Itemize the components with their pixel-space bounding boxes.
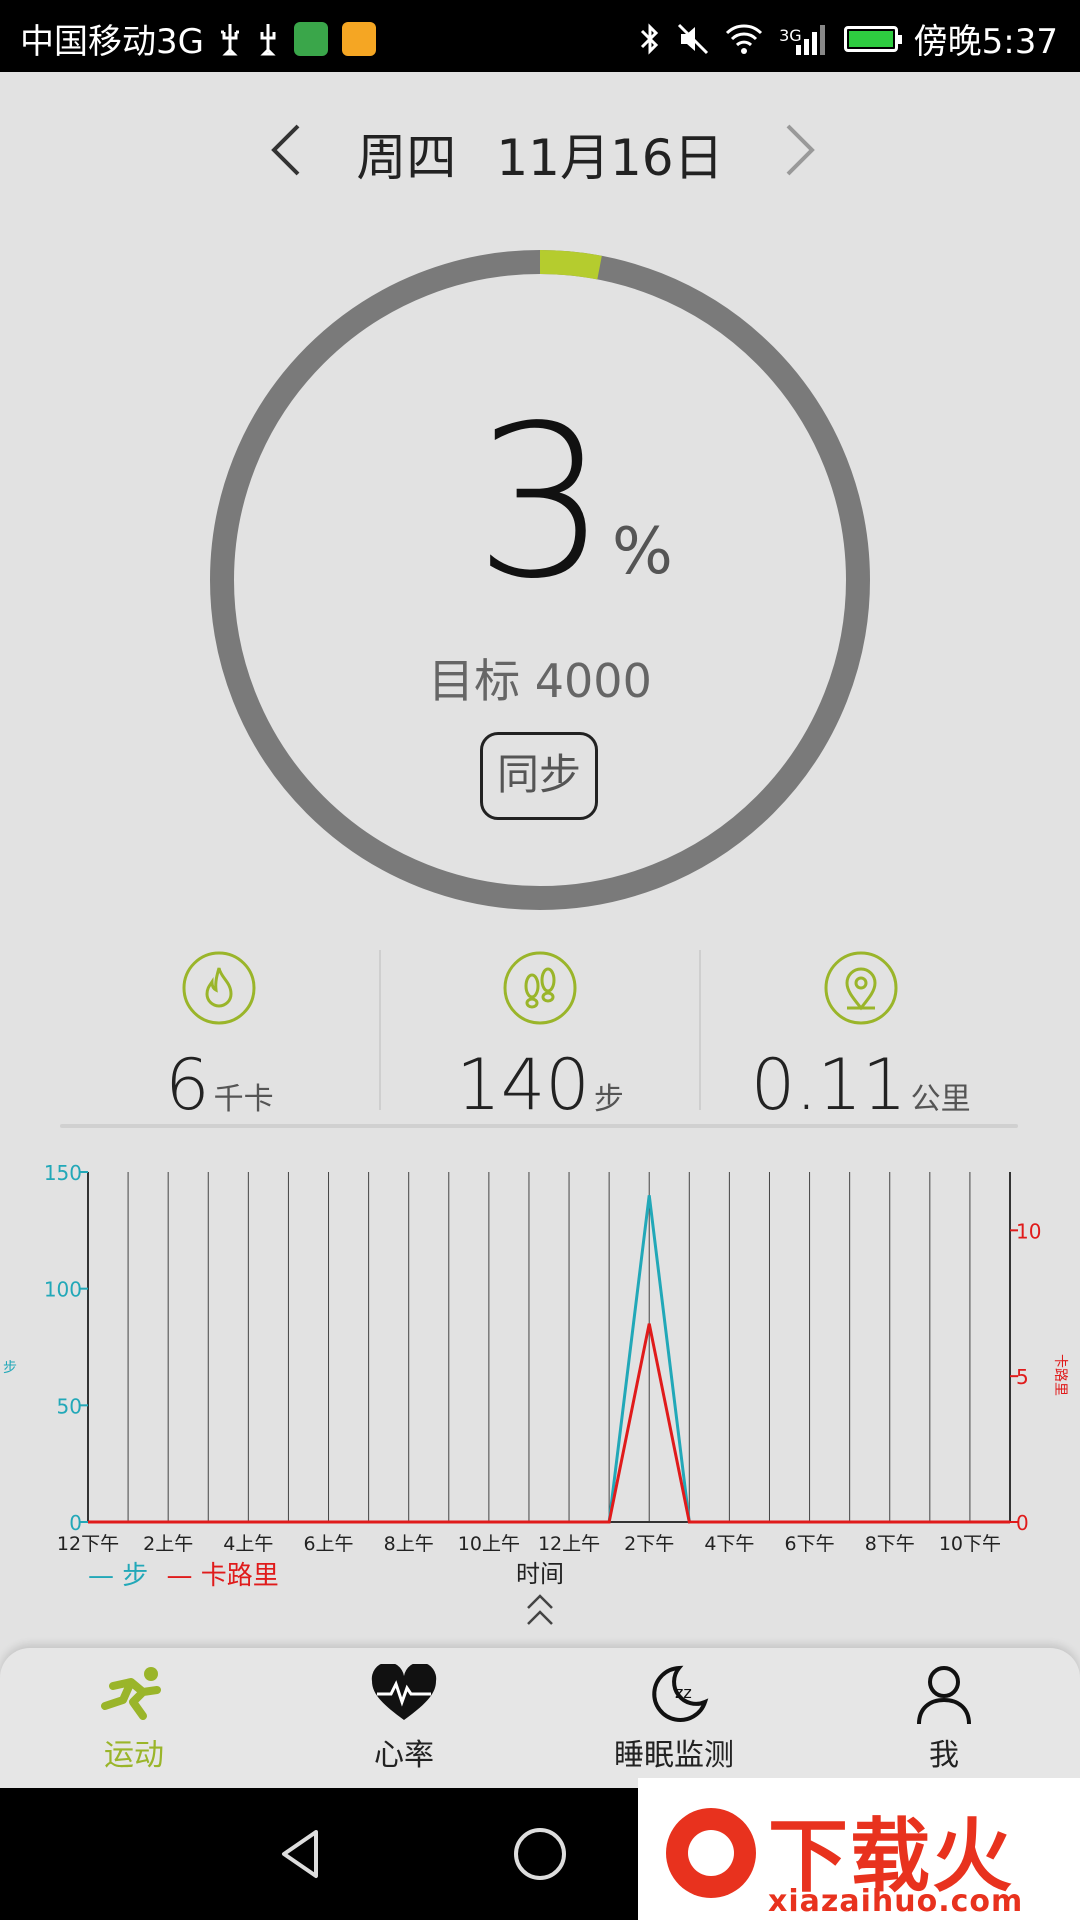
date-header: 周四 11月16日 [0,110,1080,190]
current-date: 周四 11月16日 [0,118,1080,190]
watermark-logo: 下载火 xiazaihuo.com [638,1778,1080,1920]
x-tick-label: 2下午 [624,1533,674,1555]
daily-stats: 6 千卡 140 步 0.11 公里 [60,950,1020,1126]
sync-button[interactable]: 同步 [480,732,598,820]
heart-rate-icon [371,1664,437,1720]
weibo-icon [341,21,376,56]
svg-text:zz: zz [675,1683,692,1702]
x-tick-label: 6上午 [303,1533,353,1555]
x-tick-label: 8上午 [384,1533,434,1555]
footprints-icon [503,951,577,1025]
tab-me-label: 我 [929,1738,959,1773]
date-label: 11月16日 [496,129,724,187]
x-tick-label: 12上午 [538,1533,600,1555]
tab-sleep[interactable]: zz 睡眠监测 [574,1664,774,1774]
distance-stat: 0.11 公里 [699,950,1020,1126]
calories-value: 6 [165,1044,210,1126]
bottom-tab-bar: 运动 心率 zz 睡眠监测 我 [0,1648,1080,1788]
progress-percent-value: 3 [474,380,608,625]
steps-value: 140 [456,1044,590,1126]
wifi-icon [726,23,763,54]
y-left-tick-label: 150 [44,1161,82,1185]
y-right-tick-label: 5 [1016,1365,1029,1389]
chart-x-axis-title: 时间 [516,1560,564,1588]
y-left-tick-label: 50 [57,1394,82,1418]
activity-chart-svg: 0 50 100 150 0 5 10 12下午 2上午 4上午 6上午 8上午 10上午 12上午 2下午… [3,1161,1068,1555]
battery-icon [843,25,902,52]
goal-label: 目标 4000 [428,654,652,708]
x-tick-label: 8下午 [865,1533,915,1555]
carrier-label: 中国移动3G [20,22,204,62]
stats-divider [60,1124,1018,1128]
calories-series-line [88,1323,1010,1524]
flame-icon [182,951,256,1025]
x-tick-label: 10下午 [939,1533,1001,1555]
y-right-tick-label: 0 [1016,1511,1029,1535]
steps-unit: 步 [593,1082,624,1117]
steps-stat: 140 步 [378,950,700,1126]
next-day-button[interactable] [768,120,828,180]
y-left-tick-label: 0 [69,1511,82,1535]
location-pin-icon [824,951,898,1025]
tab-sport[interactable]: 运动 [34,1664,234,1774]
x-tick-label: 10上午 [458,1533,520,1555]
watermark-download-icon [666,1808,756,1898]
running-icon [101,1667,161,1720]
x-tick-label: 12下午 [57,1533,119,1555]
sleep-moon-icon: zz [652,1665,709,1722]
usb-icon [220,23,239,55]
distance-value: 0.11 [750,1044,907,1126]
calories-unit: 千卡 [213,1082,274,1117]
app-icon [293,21,328,56]
status-bar: 中国移动3G 3G 傍晚5:37 [0,0,1080,72]
expand-up-icon[interactable] [522,1592,558,1628]
network-type: 3G [779,25,802,45]
x-tick-label: 6下午 [785,1533,835,1555]
clock: 傍晚5:37 [913,22,1058,62]
watermark-url: xiazaihuo.com [768,1884,1024,1919]
tab-sport-label: 运动 [104,1738,164,1773]
y-left-tick-label: 100 [44,1278,82,1302]
back-nav-icon[interactable] [272,1824,332,1884]
y-right-tick-label: 10 [1016,1219,1041,1243]
calories-stat: 6 千卡 [60,950,379,1126]
bluetooth-icon [641,22,659,55]
home-nav-icon[interactable] [510,1824,570,1884]
y-right-axis-title: 卡路里 [1052,1354,1068,1396]
tab-heart-rate-label: 心率 [374,1738,434,1773]
y-left-axis-title: 步 [3,1360,17,1376]
x-tick-label: 2上午 [143,1533,193,1555]
tab-heart-rate[interactable]: 心率 [304,1664,504,1774]
steps-series-line [88,1195,1010,1524]
x-tick-label: 4上午 [223,1533,273,1555]
weekday-label: 周四 [356,129,457,187]
x-tick-label: 4下午 [704,1533,754,1555]
mute-icon [678,23,709,54]
tab-sleep-label: 睡眠监测 [614,1738,734,1773]
profile-icon [917,1666,971,1724]
progress-percent-sign: % [612,515,673,589]
distance-unit: 公里 [910,1082,971,1117]
tab-me[interactable]: 我 [844,1664,1044,1774]
usb-icon [260,23,276,55]
activity-chart: 0 50 100 150 0 5 10 12下午 2上午 4上午 6上午 8上午 10上午 12上午 2下午… [0,1150,1080,1610]
